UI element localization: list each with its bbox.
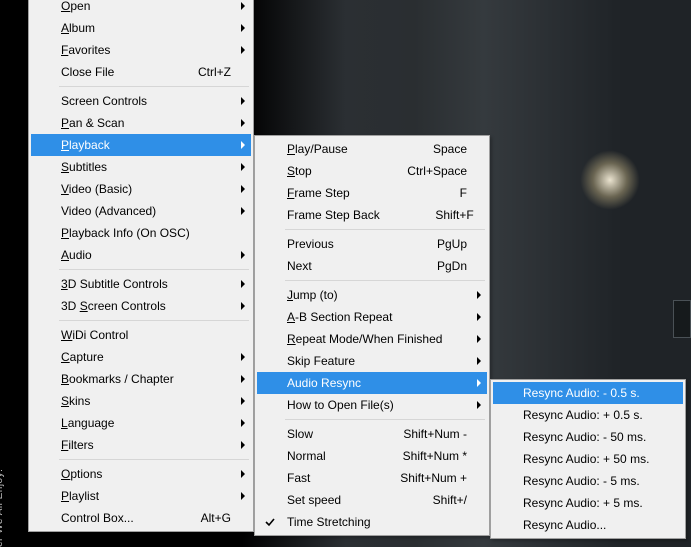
submenu-arrow-icon [477,379,481,387]
submenu-arrow-icon [241,97,245,105]
submenu-arrow-icon [241,441,245,449]
menu-item-screen-controls[interactable]: Screen Controls [31,90,251,112]
menu-item-frame-step[interactable]: Frame Step F [257,182,487,204]
menu-item-resync-plus-05s[interactable]: Resync Audio: + 0.5 s. [493,404,683,426]
menu-item-stop[interactable]: Stop Ctrl+Space [257,160,487,182]
submenu-arrow-icon [477,335,481,343]
menu-item-time-stretching[interactable]: Time Stretching [257,511,487,533]
menu-item-audio[interactable]: Audio [31,244,251,266]
submenu-arrow-icon [241,280,245,288]
menu-item-3d-screen[interactable]: 3D Screen Controls [31,295,251,317]
submenu-arrow-icon [477,291,481,299]
submenu-arrow-icon [477,357,481,365]
menu-item-playback[interactable]: Playback [31,134,251,156]
context-menu-main: Open Album Favorites Close File Ctrl+Z S… [28,0,254,532]
submenu-arrow-icon [241,419,245,427]
menu-item-close-file[interactable]: Close File Ctrl+Z [31,61,251,83]
menu-item-slow[interactable]: Slow Shift+Num - [257,423,487,445]
menu-separator [285,419,485,420]
submenu-arrow-icon [241,185,245,193]
submenu-arrow-icon [241,24,245,32]
menu-item-resync-minus-50ms[interactable]: Resync Audio: - 50 ms. [493,426,683,448]
menu-item-control-box[interactable]: Control Box... Alt+G [31,507,251,529]
submenu-arrow-icon [241,119,245,127]
menu-separator [59,269,249,270]
menu-item-playlist[interactable]: Playlist [31,485,251,507]
menu-item-play-pause[interactable]: Play/Pause Space [257,138,487,160]
menu-item-resync-minus-05s[interactable]: Resync Audio: - 0.5 s. [493,382,683,404]
menu-item-resync-plus-50ms[interactable]: Resync Audio: + 50 ms. [493,448,683,470]
menu-item-frame-step-back[interactable]: Frame Step Back Shift+F [257,204,487,226]
menu-item-video-basic[interactable]: Video (Basic) [31,178,251,200]
menu-item-previous[interactable]: Previous PgUp [257,233,487,255]
menu-item-language[interactable]: Language [31,412,251,434]
menu-item-skins[interactable]: Skins [31,390,251,412]
submenu-arrow-icon [241,302,245,310]
menu-item-ab-repeat[interactable]: A-B Section Repeat [257,306,487,328]
menu-item-set-speed[interactable]: Set speed Shift+/ [257,489,487,511]
submenu-arrow-icon [241,397,245,405]
menu-item-playback-info[interactable]: Playback Info (On OSC) Tab [31,222,251,244]
sidebar-caption: er We All Enjoy! [0,469,5,547]
submenu-arrow-icon [477,313,481,321]
submenu-arrow-icon [241,470,245,478]
menu-item-filters[interactable]: Filters [31,434,251,456]
menu-item-skip-feature[interactable]: Skip Feature [257,350,487,372]
menu-item-3d-subtitle[interactable]: 3D Subtitle Controls [31,273,251,295]
menu-item-video-advanced[interactable]: Video (Advanced) [31,200,251,222]
menu-item-subtitles[interactable]: Subtitles [31,156,251,178]
menu-item-pan-scan[interactable]: Pan & Scan [31,112,251,134]
submenu-arrow-icon [477,401,481,409]
menu-item-resync-minus-5ms[interactable]: Resync Audio: - 5 ms. [493,470,683,492]
menu-separator [59,459,249,460]
menu-item-resync-plus-5ms[interactable]: Resync Audio: + 5 ms. [493,492,683,514]
menu-item-favorites[interactable]: Favorites [31,39,251,61]
submenu-arrow-icon [241,353,245,361]
submenu-arrow-icon [241,251,245,259]
thumbnail-edge [673,300,691,338]
menu-item-fast[interactable]: Fast Shift+Num + [257,467,487,489]
menu-item-repeat-mode[interactable]: Repeat Mode/When Finished [257,328,487,350]
submenu-arrow-icon [241,163,245,171]
submenu-arrow-icon [241,46,245,54]
menu-separator [59,86,249,87]
submenu-playback: Play/Pause Space Stop Ctrl+Space Frame S… [254,135,490,536]
submenu-arrow-icon [241,207,245,215]
menu-item-jump-to[interactable]: Jump (to) [257,284,487,306]
menu-item-normal[interactable]: Normal Shift+Num * [257,445,487,467]
submenu-audio-resync: Resync Audio: - 0.5 s. Resync Audio: + 0… [490,379,686,539]
menu-separator [285,280,485,281]
menu-item-next[interactable]: Next PgDn [257,255,487,277]
menu-item-open[interactable]: Open [31,0,251,17]
video-light-glow [580,150,640,210]
menu-separator [59,320,249,321]
submenu-arrow-icon [241,492,245,500]
menu-item-capture[interactable]: Capture [31,346,251,368]
submenu-arrow-icon [241,375,245,383]
check-icon [265,517,275,527]
menu-item-album[interactable]: Album [31,17,251,39]
submenu-arrow-icon [241,141,245,149]
submenu-arrow-icon [241,2,245,10]
menu-item-audio-resync[interactable]: Audio Resync [257,372,487,394]
menu-item-widi[interactable]: WiDi Control [31,324,251,346]
menu-separator [285,229,485,230]
menu-item-resync-custom[interactable]: Resync Audio... [493,514,683,536]
menu-item-options[interactable]: Options [31,463,251,485]
menu-item-bookmarks[interactable]: Bookmarks / Chapter [31,368,251,390]
menu-item-how-open[interactable]: How to Open File(s) [257,394,487,416]
